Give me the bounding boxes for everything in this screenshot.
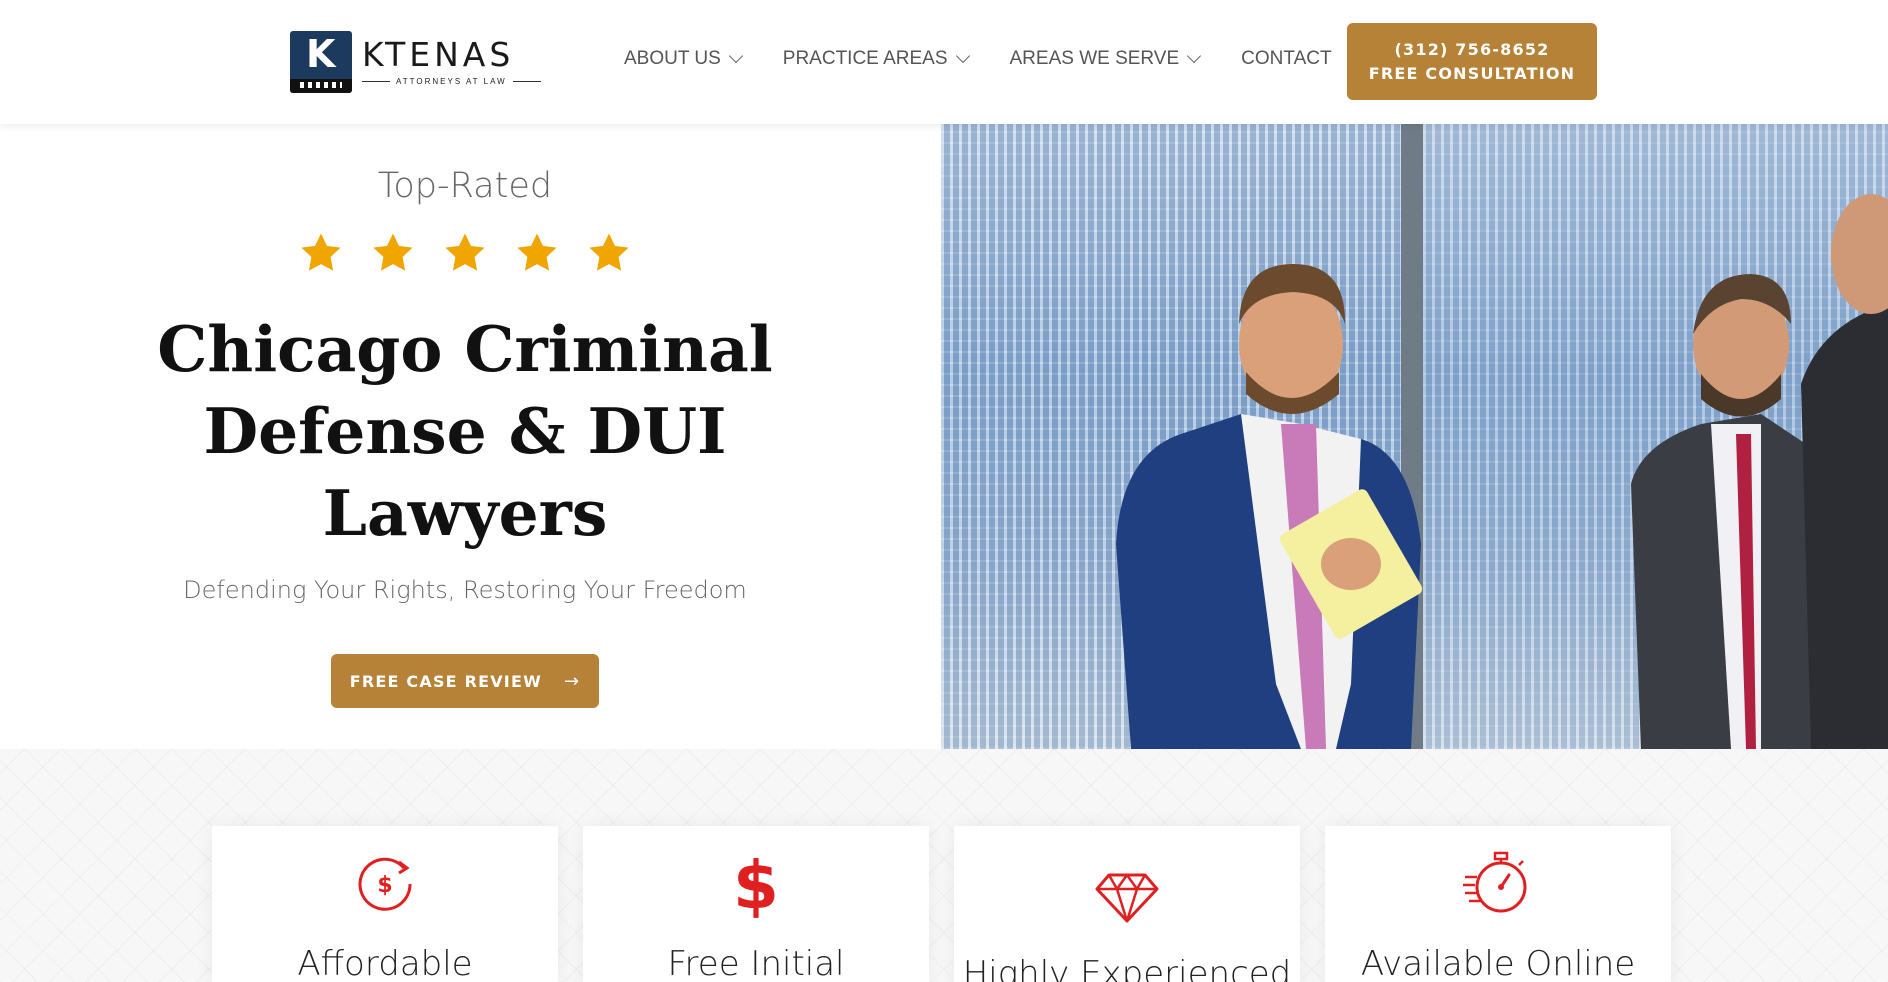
- chevron-down-icon: [955, 48, 970, 64]
- stopwatch-icon: [1325, 848, 1671, 918]
- star-icon: [373, 233, 413, 271]
- nav-areas-we-serve[interactable]: AREAS WE SERVE: [1009, 48, 1202, 70]
- photo-people-illustration: [1116, 194, 1888, 749]
- star-icon: [445, 233, 485, 271]
- hero-photo-attorneys: [941, 124, 1888, 749]
- star-icon: [589, 233, 629, 271]
- hero-headline: Chicago Criminal Defense & DUI Lawyers: [120, 308, 810, 554]
- feature-title: Affordable: [297, 944, 473, 982]
- star-icon: [517, 233, 557, 271]
- hero-kicker: Top-Rated: [377, 166, 553, 206]
- nav-contact[interactable]: CONTACT: [1241, 48, 1331, 70]
- logo-mark-letter: K: [306, 32, 336, 76]
- star-rating: [0, 230, 930, 276]
- features-strip: $ Affordable $ Free Initial Highly Exper…: [0, 749, 1888, 982]
- feature-card-highly-experienced: Highly Experienced: [954, 826, 1300, 982]
- nav-practice-areas[interactable]: PRACTICE AREAS: [782, 48, 970, 70]
- feature-title: Free Initial: [667, 944, 845, 982]
- star-icon: [301, 233, 341, 271]
- chevron-down-icon: [728, 48, 743, 64]
- feature-card-available-online: Available Online: [1325, 826, 1671, 982]
- feature-title: Highly Experienced: [962, 954, 1292, 982]
- svg-text:$: $: [733, 848, 779, 918]
- dollar-refresh-icon: $: [212, 848, 558, 918]
- chevron-down-icon: [1187, 48, 1202, 64]
- logo-text: KTENAS ATTORNEYS AT LAW: [362, 38, 541, 86]
- nav-areas-we-serve-label: AREAS WE SERVE: [1009, 48, 1180, 69]
- nav-contact-label: CONTACT: [1241, 48, 1332, 69]
- feature-card-affordable: $ Affordable: [212, 826, 558, 982]
- headline-line-2: Defense & DUI: [203, 394, 727, 468]
- nav-practice-areas-label: PRACTICE AREAS: [782, 48, 948, 69]
- nav-about-us-label: ABOUT US: [624, 48, 721, 69]
- hero-text-panel: Top-Rated Chicago Criminal Defense & DUI…: [0, 124, 941, 749]
- feature-title: Available Online: [1360, 944, 1636, 982]
- headline-line-1: Chicago Criminal: [157, 312, 773, 386]
- free-consultation-button[interactable]: (312) 756-8652 FREE CONSULTATION: [1347, 23, 1597, 100]
- logo[interactable]: K KTENAS ATTORNEYS AT LAW: [290, 30, 541, 94]
- logo-name: KTENAS: [362, 35, 515, 74]
- logo-mark-base: [290, 79, 352, 93]
- free-case-review-label: FREE CASE REVIEW: [349, 671, 542, 691]
- arrow-right-icon: →: [563, 670, 581, 692]
- logo-subtitle: ATTORNEYS AT LAW: [362, 77, 541, 86]
- cta-label: FREE CONSULTATION: [1368, 63, 1576, 83]
- diamond-icon: [954, 862, 1300, 932]
- logo-mark: K: [290, 31, 352, 93]
- main-nav: ABOUT US PRACTICE AREAS AREAS WE SERVE C…: [624, 48, 1332, 70]
- free-case-review-button[interactable]: FREE CASE REVIEW →: [331, 654, 599, 708]
- site-header: K KTENAS ATTORNEYS AT LAW ABOUT US PRACT…: [0, 0, 1888, 124]
- feature-card-free-initial: $ Free Initial: [583, 826, 929, 982]
- cta-phone: (312) 756-8652: [1394, 39, 1550, 59]
- svg-text:$: $: [377, 873, 392, 898]
- nav-about-us[interactable]: ABOUT US: [624, 48, 743, 70]
- hero-tagline: Defending Your Rights, Restoring Your Fr…: [183, 576, 747, 604]
- headline-line-3: Lawyers: [322, 476, 608, 550]
- dollar-sign-icon: $: [583, 848, 929, 918]
